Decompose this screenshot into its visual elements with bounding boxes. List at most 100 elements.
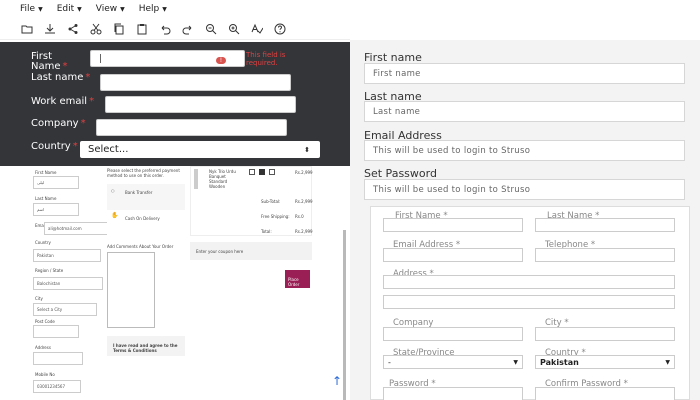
co-first-name-label: First Name — [35, 170, 57, 175]
paste-icon[interactable] — [135, 22, 149, 36]
shipping-value: Rs.0 — [295, 214, 304, 219]
cod-option[interactable]: ✋ Cash On Delivery — [107, 210, 185, 236]
co-postcode-input[interactable] — [33, 325, 79, 338]
menu-file[interactable]: File ▼ — [20, 4, 43, 14]
co-country-select[interactable]: Pakistan — [33, 249, 101, 262]
panel-address-input-1[interactable] — [383, 275, 675, 289]
company-label: Company * — [31, 119, 86, 129]
menu-view[interactable]: View ▼ — [96, 4, 125, 14]
cod-label: Cash On Delivery — [125, 216, 160, 221]
co-email-input[interactable]: ali@hotmail.com — [44, 222, 112, 235]
password-input[interactable]: This will be used to login to Struso — [364, 179, 685, 200]
place-order-button[interactable]: Place Order — [285, 270, 310, 288]
co-address-label: Address — [35, 345, 51, 350]
last-name-input[interactable]: Last name — [364, 101, 685, 122]
work-email-label: Work email * — [31, 97, 94, 107]
panel-first-name-input[interactable] — [383, 218, 523, 232]
coupon-placeholder: Enter your coupon here — [196, 249, 244, 254]
shipping-label: Free Shipping: — [261, 214, 290, 219]
company-input[interactable] — [96, 119, 287, 136]
comments-label: Add Comments About Your Order — [107, 244, 174, 249]
folder-icon[interactable] — [20, 22, 34, 36]
required-mark: * — [89, 96, 95, 107]
redo-icon[interactable] — [181, 22, 195, 36]
help-icon[interactable] — [273, 22, 287, 36]
panel-password-input[interactable] — [383, 387, 523, 400]
co-city-select[interactable]: Select a City — [33, 303, 97, 316]
email-input[interactable]: This will be used to login to Struso — [364, 140, 685, 161]
zoom-out-icon[interactable] — [204, 22, 218, 36]
toolbar — [0, 18, 350, 40]
co-city-label: City — [35, 296, 43, 301]
panel-state-select[interactable]: - ▼ — [383, 355, 523, 369]
bank-transfer-option[interactable]: ○ Bank Transfer — [107, 184, 185, 210]
co-postcode-label: Post Code — [35, 319, 55, 324]
co-first-name-input[interactable]: ليلى — [33, 176, 79, 189]
panel-country-value: Pakistan — [540, 357, 579, 367]
panel-confirm-password-input[interactable] — [535, 387, 675, 400]
last-name-label-text: Last name — [31, 72, 84, 83]
panel-last-name-input[interactable] — [535, 218, 675, 232]
payment-instructions: Please select the preferred payment meth… — [107, 168, 180, 178]
registration-form: First name First name Last name Last nam… — [350, 40, 700, 400]
terms-checkbox-row[interactable]: I have read and agree to the Terms & Con… — [107, 336, 185, 356]
co-address-input[interactable] — [33, 352, 83, 365]
co-last-name-label: Last Name — [35, 196, 57, 201]
terms-label: I have read and agree to the Terms & Con… — [113, 343, 178, 353]
last-name-input[interactable] — [100, 74, 291, 91]
panel-state-value: - — [388, 357, 391, 367]
subtotal-label: Sub-Total: — [261, 199, 281, 204]
country-label: Country * — [31, 142, 78, 152]
panel-address-input-2[interactable] — [383, 295, 675, 309]
required-mark: * — [72, 141, 78, 152]
qty-value[interactable] — [259, 169, 265, 175]
share-icon[interactable] — [66, 22, 80, 36]
bank-transfer-label: Bank Transfer — [125, 190, 153, 195]
co-region-select[interactable]: Balochistan — [33, 277, 103, 290]
panel-company-input[interactable] — [383, 327, 523, 341]
panel-email-input[interactable] — [383, 248, 523, 262]
first-name-input[interactable]: First name — [364, 63, 685, 84]
country-select[interactable]: Select... ⬍ — [80, 141, 320, 158]
coupon-input[interactable]: Enter your coupon here — [190, 242, 312, 260]
menu-help-label: Help — [138, 4, 160, 14]
panel-telephone-input[interactable] — [535, 248, 675, 262]
place-order-label: Place Order — [288, 277, 300, 287]
product-name: Nyk Trio Urdu Banquet Standard Wooden — [209, 169, 236, 189]
co-country-label: Country — [35, 240, 51, 245]
qty-plus[interactable] — [269, 169, 275, 175]
panel-country-select[interactable]: Pakistan ▼ — [535, 355, 675, 369]
download-icon[interactable] — [43, 22, 57, 36]
work-email-label-text: Work email — [31, 96, 88, 107]
menu-edit[interactable]: Edit ▼ — [57, 4, 82, 14]
scroll-to-top-icon[interactable]: ↑ — [332, 374, 342, 388]
co-mobile-input[interactable]: 03001234567 — [33, 380, 81, 393]
menubar: File ▼ Edit ▼ View ▼ Help ▼ — [0, 0, 350, 18]
qty-minus[interactable] — [249, 169, 255, 175]
comments-textarea[interactable] — [107, 252, 155, 328]
menu-help[interactable]: Help ▼ — [139, 4, 167, 14]
required-mark: * — [85, 72, 91, 83]
zoom-in-icon[interactable] — [227, 22, 241, 36]
work-email-input[interactable] — [105, 96, 296, 113]
first-name-label: First Name * — [31, 52, 81, 72]
chevron-down-icon: ▼ — [120, 5, 125, 13]
address-panel: First Name * Last Name * Email Address *… — [370, 206, 690, 400]
chevron-down-icon: ▼ — [162, 5, 167, 13]
cash-icon: ✋ — [111, 212, 119, 219]
menu-edit-label: Edit — [56, 4, 75, 14]
required-mark: * — [62, 61, 68, 72]
spellcheck-icon[interactable] — [250, 22, 264, 36]
select-arrows-icon: ⬍ — [304, 145, 310, 154]
page-scrollbar[interactable] — [343, 230, 346, 400]
first-name-label-text: First Name — [31, 51, 61, 72]
co-last-name-input[interactable]: اسم — [33, 203, 79, 216]
chevron-down-icon: ▼ — [77, 5, 82, 13]
undo-icon[interactable] — [158, 22, 172, 36]
chevron-down-icon: ▼ — [513, 358, 518, 366]
cut-icon[interactable] — [89, 22, 103, 36]
copy-icon[interactable] — [112, 22, 126, 36]
cart-summary: Nyk Trio Urdu Banquet Standard Wooden Rs… — [190, 166, 313, 236]
co-region-label: Region / State — [35, 268, 64, 273]
panel-city-input[interactable] — [535, 327, 675, 341]
